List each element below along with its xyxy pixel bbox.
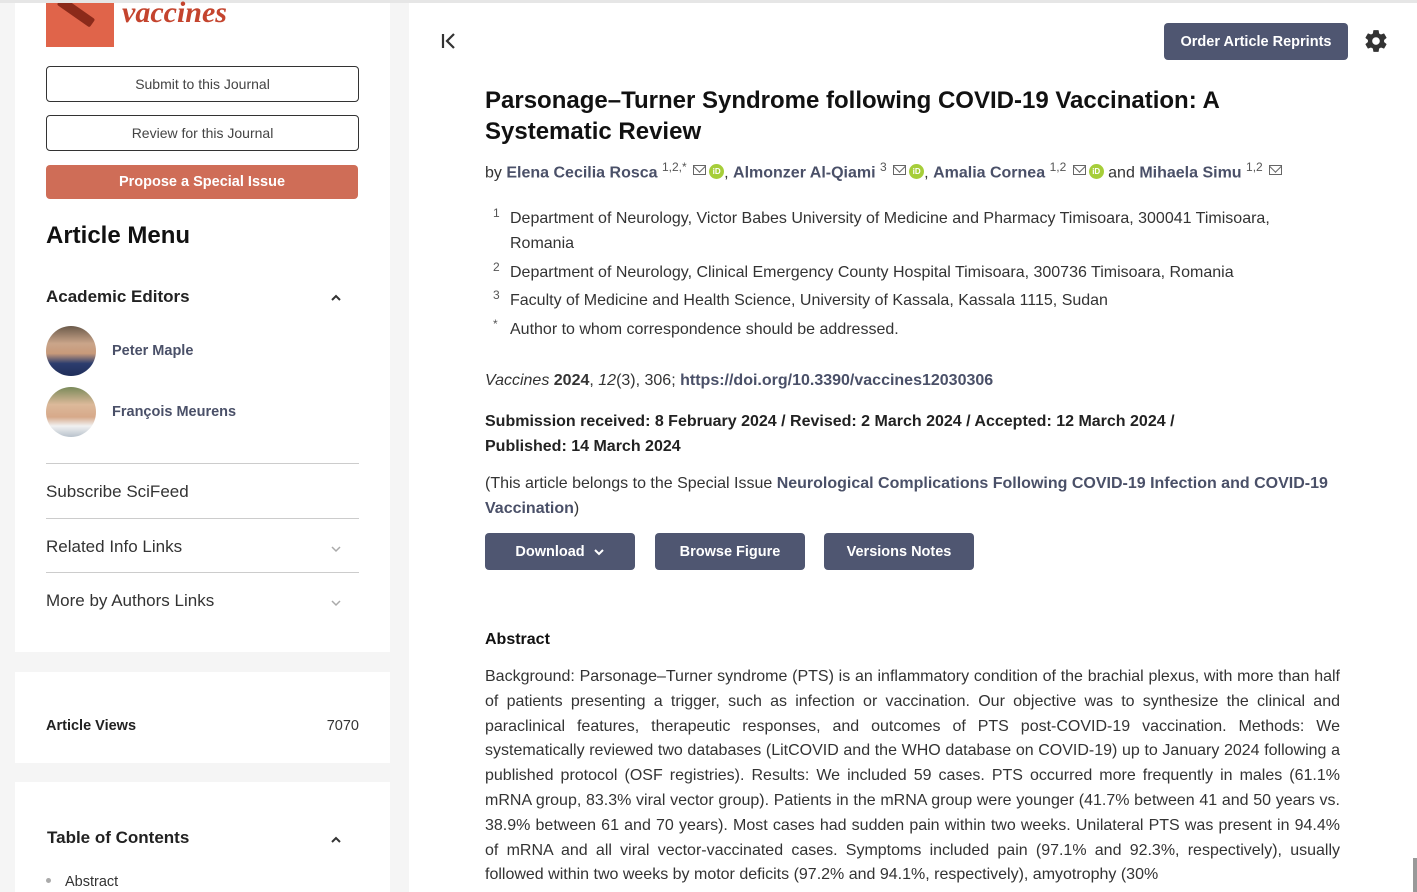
article-main: Order Article Reprints Parsonage–Turner …: [409, 3, 1417, 892]
bullet-icon: [46, 878, 51, 883]
author-link[interactable]: Elena Cecilia Rosca: [506, 164, 657, 181]
divider: [46, 572, 359, 573]
editor-name[interactable]: François Meurens: [112, 404, 236, 420]
order-reprints-button[interactable]: Order Article Reprints: [1164, 23, 1348, 60]
author-affiliation-sup: 3: [880, 160, 887, 174]
download-button[interactable]: Download: [485, 533, 635, 570]
affiliation-number: 3: [493, 288, 500, 302]
mail-icon[interactable]: [893, 165, 907, 176]
toc-title[interactable]: Table of Contents: [47, 828, 189, 848]
article-menu-card: vaccines Submit to this Journal Review f…: [15, 0, 390, 652]
abstract-heading: Abstract: [485, 631, 550, 648]
affiliation-item: 2 Department of Neurology, Clinical Emer…: [485, 260, 1315, 288]
affiliation-text: Faculty of Medicine and Health Science, …: [510, 292, 1108, 309]
editor-name[interactable]: Peter Maple: [112, 343, 193, 359]
affiliation-text: Department of Neurology, Victor Babes Un…: [510, 210, 1270, 252]
doi-link[interactable]: https://doi.org/10.3390/vaccines12030306: [680, 372, 993, 389]
affiliation-number: 1: [493, 206, 500, 220]
collapse-sidebar-icon[interactable]: [440, 31, 460, 51]
by-text: by: [485, 164, 502, 182]
mail-icon[interactable]: [1072, 165, 1086, 176]
orcid-icon[interactable]: iD: [1088, 164, 1104, 180]
article-views-label: Article Views: [46, 718, 137, 734]
chevron-up-icon[interactable]: [329, 833, 343, 847]
scrollbar[interactable]: [1413, 858, 1417, 892]
chevron-down-icon: [593, 548, 604, 555]
propose-special-issue-button[interactable]: Propose a Special Issue: [46, 165, 358, 199]
article-menu-title: Article Menu: [46, 222, 191, 249]
mail-icon[interactable]: [1269, 165, 1283, 176]
chevron-up-icon[interactable]: [329, 291, 343, 305]
citation: Vaccines 2024, 12(3), 306; https://doi.o…: [485, 372, 994, 389]
review-for-journal-button[interactable]: Review for this Journal: [46, 115, 359, 151]
author-link[interactable]: Almonzer Al-Qiami: [733, 164, 876, 181]
author-link[interactable]: Amalia Cornea: [933, 164, 1045, 181]
affiliation-text: Department of Neurology, Clinical Emerge…: [510, 264, 1234, 281]
table-of-contents-card: Table of Contents Abstract: [15, 782, 390, 892]
article-views-card: Article Views 7070: [15, 672, 390, 763]
browse-figure-button[interactable]: Browse Figure: [655, 533, 805, 570]
submit-to-journal-button[interactable]: Submit to this Journal: [46, 66, 359, 102]
affiliation-number: *: [493, 317, 498, 331]
affiliations: 1 Department of Neurology, Victor Babes …: [485, 206, 1315, 342]
academic-editors-title[interactable]: Academic Editors: [46, 287, 190, 307]
divider: [46, 463, 359, 464]
special-issue-note: (This article belongs to the Special Iss…: [485, 471, 1355, 521]
citation-journal: Vaccines: [485, 372, 550, 389]
gear-icon[interactable]: [1363, 28, 1389, 54]
author-list: by Elena Cecilia Rosca 1,2,* iD, Almonze…: [485, 160, 1283, 182]
download-label: Download: [515, 543, 585, 560]
affiliation-item: * Author to whom correspondence should b…: [485, 317, 1315, 342]
article-title: Parsonage–Turner Syndrome following COVI…: [485, 87, 1219, 145]
chevron-down-icon[interactable]: [329, 596, 343, 610]
citation-issue-pages: (3), 306;: [616, 372, 676, 389]
special-issue-suffix: ): [573, 500, 580, 517]
affiliation-item: 3 Faculty of Medicine and Health Science…: [485, 288, 1315, 317]
author-affiliation-sup: 1,2,*: [662, 160, 687, 174]
publication-dates: Submission received: 8 February 2024 / R…: [485, 413, 1175, 455]
related-info-links[interactable]: Related Info Links: [46, 537, 182, 557]
orcid-icon[interactable]: iD: [709, 164, 725, 180]
author-affiliation-sup: 1,2: [1049, 160, 1067, 174]
editor-item[interactable]: Peter Maple: [46, 326, 193, 376]
citation-year: 2024: [553, 372, 590, 389]
and-text: and: [1108, 164, 1135, 182]
article-views-count: 7070: [326, 718, 359, 734]
special-issue-prefix: (This article belongs to the Special Iss…: [485, 475, 777, 492]
versions-notes-button[interactable]: Versions Notes: [824, 533, 974, 570]
journal-logo-icon[interactable]: [46, 3, 114, 47]
affiliation-text: Author to whom correspondence should be …: [510, 321, 899, 338]
subscribe-scifeed-link[interactable]: Subscribe SciFeed: [46, 482, 189, 502]
mail-icon[interactable]: [693, 165, 707, 176]
affiliation-number: 2: [493, 260, 500, 274]
author-link[interactable]: Mihaela Simu: [1139, 164, 1241, 181]
avatar[interactable]: [46, 326, 96, 376]
divider: [46, 518, 359, 519]
avatar[interactable]: [46, 387, 96, 437]
citation-volume: 12: [598, 372, 617, 389]
more-by-authors-links[interactable]: More by Authors Links: [46, 591, 214, 611]
chevron-down-icon[interactable]: [329, 542, 343, 556]
orcid-icon[interactable]: iD: [909, 164, 925, 180]
author-affiliation-sup: 1,2: [1246, 160, 1263, 174]
editor-item[interactable]: François Meurens: [46, 387, 236, 437]
journal-logo-text[interactable]: vaccines: [122, 0, 227, 30]
toc-item-abstract[interactable]: Abstract: [65, 874, 118, 890]
abstract-text: Background: Parsonage–Turner syndrome (P…: [485, 668, 1340, 884]
affiliation-item: 1 Department of Neurology, Victor Babes …: [485, 206, 1315, 260]
